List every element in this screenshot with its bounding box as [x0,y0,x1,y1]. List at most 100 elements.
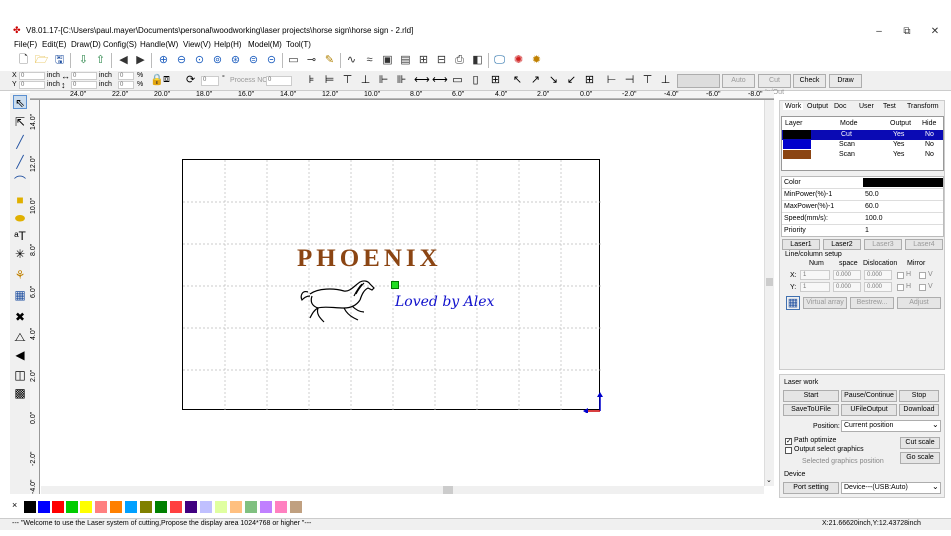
output-select-checkbox[interactable] [785,447,792,454]
auto-button[interactable]: Auto [722,74,755,88]
select-arrow-icon[interactable]: ⇖ [13,95,27,110]
bitmap-icon[interactable]: ⚘ [13,268,27,282]
curve-tool-icon[interactable]: ⌒ [13,175,27,189]
y-dislocation-field[interactable]: 0.000 [864,282,892,292]
layer-output[interactable]: Yes [893,131,904,138]
export-icon[interactable]: ⇧ [93,53,108,68]
distribute-icon[interactable]: ⊟ [434,53,449,68]
mirror-v-checkbox[interactable] [919,284,926,291]
print-icon[interactable]: ⎙ [452,53,467,68]
align-vcenter-icon[interactable]: ⊩ [376,73,391,88]
cut-scale-button[interactable]: Cut scale [900,437,940,449]
layer-output[interactable]: Yes [893,151,904,158]
rotation-field[interactable]: 0 [201,76,219,86]
color-swatch-blue[interactable] [38,501,50,513]
bestrew-button[interactable]: Bestrew... [850,297,894,309]
bottom-right-arrow-icon[interactable]: ↘ [546,73,561,88]
left-edge-icon[interactable]: ⊢ [604,73,619,88]
text-icon[interactable]: ᵃT [13,229,27,243]
x-space-field[interactable]: 0.000 [833,270,861,280]
color-swatch-orange[interactable] [110,501,122,513]
prop-row[interactable]: Priority 1 [782,225,943,237]
color-swatch-red[interactable] [52,501,64,513]
smooth-icon[interactable]: ≈ [362,53,377,68]
h-spacing-icon[interactable]: ▯ [468,73,483,88]
align-icon[interactable]: ⊞ [416,53,431,68]
color-swatch-lightred[interactable] [170,501,182,513]
zoom-in-icon[interactable]: ⊕ [156,53,171,68]
line-icon[interactable]: ╱ [13,135,27,149]
center-page-icon[interactable]: ⊞ [488,73,503,88]
port-setting-button[interactable]: Port setting [783,482,839,494]
x-num-field[interactable]: 1 [800,270,830,280]
same-height-icon[interactable]: ⟷ [432,73,448,88]
array-grid-icon[interactable]: ▦ [786,296,800,310]
color-swatch-rose[interactable] [275,501,287,513]
select-rect-icon[interactable]: ▭ [286,53,301,68]
top-right-arrow-icon[interactable]: ↗ [528,73,543,88]
phoenix-text[interactable]: PHOENIX [297,245,442,273]
save-to-ufile-button[interactable]: SaveToUFile [783,404,839,416]
mirror-h-icon[interactable]: ⧍ [13,330,27,344]
download-button[interactable]: Download [899,404,939,416]
align-top-icon[interactable]: ⊤ [340,73,355,88]
color-swatch-sage[interactable] [245,501,257,513]
menu-help[interactable]: Help(H) [214,40,242,49]
menu-view[interactable]: View(V) [183,40,211,49]
pen-icon[interactable]: ✎ [322,53,337,68]
node-edit-icon[interactable]: ⊸ [304,53,319,68]
laser1-button[interactable]: Laser1 [782,239,820,250]
laser3-button[interactable]: Laser3 [864,239,902,250]
laser-burst-icon[interactable]: ✹ [529,53,544,68]
redo-icon[interactable]: ▶ [133,53,148,68]
horse-graphic[interactable] [298,278,380,324]
layer-output[interactable]: Yes [893,141,904,148]
mirror-icon[interactable]: ⧈ [163,73,170,86]
ufile-output-button[interactable]: UFileOutput [841,404,897,416]
layer-icon[interactable]: ◧ [470,53,485,68]
bottom-left-arrow-icon[interactable]: ↙ [564,73,579,88]
min-power-value[interactable]: 50.0 [865,191,879,198]
scroll-down-icon[interactable]: ⌄ [766,476,772,484]
cut-in-out-button[interactable]: Cut In/Out [758,74,791,96]
new-file-icon[interactable]: 🗋 [16,53,31,68]
vertical-scrollbar[interactable]: ⌄ [764,100,774,486]
x-dislocation-field[interactable]: 0.000 [864,270,892,280]
y-num-field[interactable]: 1 [800,282,830,292]
menu-draw[interactable]: Draw(D) [71,40,101,49]
zoom-fit-icon[interactable]: ⊛ [228,53,243,68]
same-width-icon[interactable]: ⟷ [414,73,430,88]
menu-model[interactable]: Model(M) [248,40,282,49]
tab-transform[interactable]: Transform [907,103,939,110]
path-optimize-checkbox[interactable]: ✓ [785,438,792,445]
layout-icon[interactable]: ◫ [13,368,27,382]
mirror-h-checkbox[interactable] [897,272,904,279]
y-space-field[interactable]: 0.000 [833,282,861,292]
rectangle-icon[interactable]: ■ [13,193,27,207]
top-left-arrow-icon[interactable]: ↖ [510,73,525,88]
layer-row[interactable]: Scan Yes No [782,150,943,160]
origin-marker[interactable] [391,281,399,289]
x-cross-icon[interactable]: ✖ [13,310,27,324]
layer-hide[interactable]: No [925,151,934,158]
ungroup-icon[interactable]: ▤ [398,53,413,68]
color-swatch-pink[interactable] [95,501,107,513]
speed-value[interactable]: 100.0 [865,215,883,222]
zoom-work-icon[interactable]: ⊝ [264,53,279,68]
laser4-button[interactable]: Laser4 [905,239,943,250]
zoom-window-icon[interactable]: ⊜ [246,53,261,68]
priority-value[interactable]: 1 [865,227,869,234]
align-left-icon[interactable]: ⊧ [304,73,319,88]
zoom-out-icon[interactable]: ⊖ [174,53,189,68]
laser2-button[interactable]: Laser2 [823,239,861,250]
prop-row[interactable]: MaxPower(%)-1 60.0 [782,201,943,213]
layer-row[interactable]: Cut Yes No [782,130,943,140]
grid-icon[interactable]: ▦ [13,288,27,302]
start-button[interactable]: Start [783,390,839,402]
top-edge-icon[interactable]: ⊤ [640,73,655,88]
layer-mode[interactable]: Cut [841,131,852,138]
position-select[interactable]: Current position [841,420,941,432]
prop-row[interactable]: MinPower(%)-1 50.0 [782,189,943,201]
color-swatch-green[interactable] [66,501,78,513]
color-swatch-black[interactable] [24,501,36,513]
